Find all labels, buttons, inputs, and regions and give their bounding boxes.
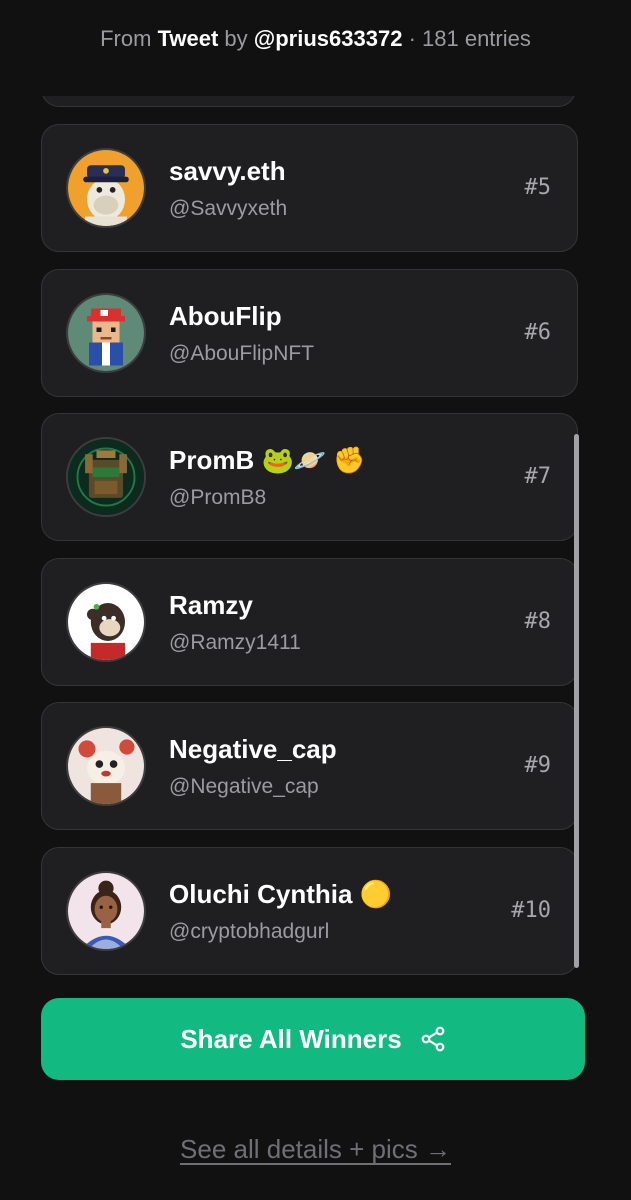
winner-name: Negative_cap (169, 734, 337, 764)
winner-handle[interactable]: @Savvyxeth (169, 197, 287, 221)
pixel-character-red-cap-icon (66, 292, 146, 373)
source-author: @prius633372 (253, 26, 403, 51)
winner-card[interactable]: Negative_cap @Negative_cap #9 (41, 702, 578, 830)
winner-rank: #9 (524, 753, 552, 778)
source-by: by (224, 26, 248, 51)
winner-name: AbouFlip (169, 300, 282, 331)
winner-rank: #7 (524, 464, 552, 489)
winners-page: From Tweet by @prius633372 · 181 entries (0, 0, 631, 1200)
winner-rank: #6 (524, 319, 552, 345)
source-prefix: From (100, 26, 152, 51)
entries-count: 181 entries (422, 26, 531, 51)
ape-captain-hat-icon (66, 148, 146, 228)
source-separator: · (408, 26, 416, 51)
share-all-winners-button[interactable]: Share All Winners (41, 998, 585, 1080)
winner-card[interactable]: Oluchi Cynthia 🟡 @cryptobhadgurl #10 (41, 846, 578, 975)
source-type: Tweet (157, 26, 219, 51)
scrollbar[interactable] (574, 434, 579, 968)
winner-handle[interactable]: @Ramzy1411 (169, 631, 301, 655)
robot-machine-icon (66, 437, 146, 517)
winner-rank: #8 (524, 608, 552, 634)
bear-cartoon-icon (66, 726, 146, 806)
winner-handle[interactable]: @PromB8 (169, 486, 266, 510)
share-button-label: Share All Winners (180, 1023, 402, 1054)
winner-card[interactable]: Ramzy @Ramzy1411 #8 (41, 557, 578, 686)
winner-name: PromB 🐸🪐 ✊ (169, 445, 366, 475)
winner-card[interactable]: savvy.eth @Savvyxeth #5 (41, 124, 578, 252)
winner-name: savvy.eth (169, 156, 286, 186)
winner-name: Ramzy (169, 589, 253, 620)
winner-handle[interactable]: @cryptobhadgurl (169, 920, 329, 944)
winner-card[interactable]: AbouFlip @AbouFlipNFT #6 (41, 268, 578, 397)
winner-rank: #5 (524, 175, 552, 200)
winners-list: savvy.eth @Savvyxeth #5 AbouFlip @AbouFl… (41, 124, 578, 991)
share-icon (420, 1026, 446, 1052)
woman-portrait-icon (66, 870, 146, 951)
winner-handle[interactable]: @Negative_cap (169, 775, 319, 799)
winner-name: Oluchi Cynthia 🟡 (169, 878, 393, 909)
ape-sketch-icon (66, 581, 146, 662)
winner-rank: #10 (511, 897, 551, 923)
source-line: From Tweet by @prius633372 · 181 entries (0, 26, 631, 52)
see-all-details-link[interactable]: See all details + pics → (0, 1134, 631, 1165)
winner-card[interactable]: PromB 🐸🪐 ✊ @PromB8 #7 (41, 413, 578, 541)
winner-handle[interactable]: @AbouFlipNFT (169, 342, 314, 366)
